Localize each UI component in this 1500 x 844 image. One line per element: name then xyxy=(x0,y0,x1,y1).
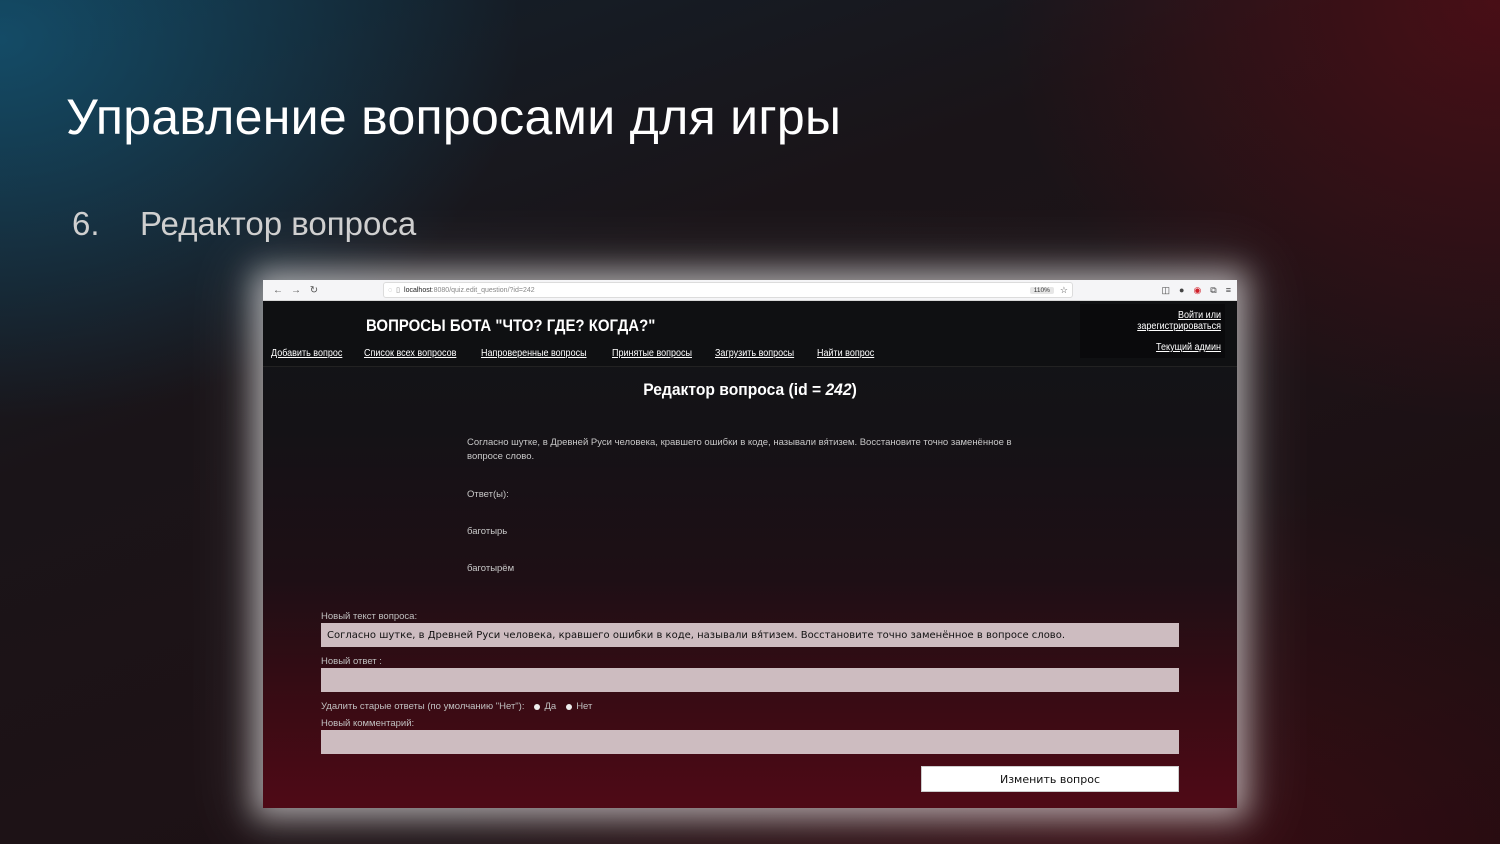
extensions-icon[interactable]: ⧉ xyxy=(1210,285,1216,296)
new-answer-input[interactable] xyxy=(321,668,1179,692)
auth-panel: Войти или зарегистрироваться Текущий адм… xyxy=(1080,304,1225,358)
answer-item: баготырь xyxy=(467,526,508,537)
submit-button[interactable]: Изменить вопрос xyxy=(921,766,1179,792)
answers-label: Ответ(ы): xyxy=(467,489,509,500)
reload-icon[interactable]: ↻ xyxy=(305,285,323,296)
page-icon: ▯ xyxy=(396,287,401,294)
new-comment-label: Новый комментарий: xyxy=(321,718,415,729)
radio-yes-label: Да xyxy=(544,701,557,712)
radio-no-label: Нет xyxy=(576,701,593,712)
nav-all-questions[interactable]: Список всех вопросов xyxy=(364,348,456,359)
nav-upload-questions[interactable]: Загрузить вопросы xyxy=(715,348,794,359)
slide-subtitle: 6. Редактор вопроса xyxy=(72,205,416,243)
delete-old-answers-row: Удалить старые ответы (по умолчанию "Нет… xyxy=(321,701,592,712)
new-comment-input[interactable] xyxy=(321,730,1179,754)
forward-icon[interactable]: → xyxy=(287,285,305,296)
radio-yes[interactable] xyxy=(534,703,541,710)
main-nav: Добавить вопрос Список всех вопросов Нап… xyxy=(271,348,881,359)
editor-heading: Редактор вопроса (id = 242) xyxy=(302,380,1198,400)
menu-icon[interactable]: ≡ xyxy=(1226,285,1231,296)
nav-unchecked-questions[interactable]: Напроверенные вопросы xyxy=(481,348,587,359)
url-host: localhost xyxy=(404,286,432,294)
nav-find-question[interactable]: Найти вопрос xyxy=(817,348,874,359)
login-link[interactable]: Войти или зарегистрироваться xyxy=(1094,310,1221,332)
new-answer-label: Новый ответ : xyxy=(321,656,382,667)
pocket-icon[interactable]: ◫ xyxy=(1161,285,1170,296)
opera-extension-icon[interactable]: ◉ xyxy=(1193,285,1201,296)
editor-heading-suffix: ) xyxy=(851,380,857,399)
slide-title: Управление вопросами для игры xyxy=(66,89,842,145)
radio-no[interactable] xyxy=(566,703,573,710)
app-header: ВОПРОСЫ БОТА "ЧТО? ГДЕ? КОГДА?" Добавить… xyxy=(263,301,1237,367)
answer-item: баготырём xyxy=(467,563,515,574)
url-path: :8080/quiz.edit_question/?id=242 xyxy=(431,286,535,294)
list-item-text: Редактор вопроса xyxy=(140,205,417,242)
question-text: Согласно шутке, в Древней Руси человека,… xyxy=(467,437,1012,462)
current-admin-link[interactable]: Текущий админ xyxy=(1094,342,1221,353)
back-icon[interactable]: ← xyxy=(269,285,287,296)
new-text-input[interactable]: Согласно шутке, в Древней Руси человека,… xyxy=(321,623,1179,647)
editor-heading-prefix: Редактор вопроса (id = xyxy=(643,380,826,399)
list-number: 6. xyxy=(72,205,100,242)
shield-extension-icon[interactable]: ● xyxy=(1179,285,1184,296)
app-title: ВОПРОСЫ БОТА "ЧТО? ГДЕ? КОГДА?" xyxy=(366,316,656,335)
app-page: ВОПРОСЫ БОТА "ЧТО? ГДЕ? КОГДА?" Добавить… xyxy=(263,301,1237,808)
zoom-level[interactable]: 110% xyxy=(1029,286,1054,294)
delete-old-label: Удалить старые ответы (по умолчанию "Нет… xyxy=(321,701,525,712)
nav-accepted-questions[interactable]: Принятые вопросы xyxy=(612,348,692,359)
address-bar[interactable]: ◌ ▯ localhost:8080/quiz.edit_question/?i… xyxy=(383,282,1073,298)
bookmark-star-icon[interactable]: ☆ xyxy=(1060,285,1068,296)
shield-icon: ◌ xyxy=(388,286,393,294)
browser-toolbar: ← → ↻ ◌ ▯ localhost:8080/quiz.edit_quest… xyxy=(263,280,1237,301)
new-text-label: Новый текст вопроса: xyxy=(321,611,418,622)
nav-add-question[interactable]: Добавить вопрос xyxy=(271,348,342,359)
question-id: 242 xyxy=(825,380,852,399)
screenshot-frame: ← → ↻ ◌ ▯ localhost:8080/quiz.edit_quest… xyxy=(263,280,1237,808)
